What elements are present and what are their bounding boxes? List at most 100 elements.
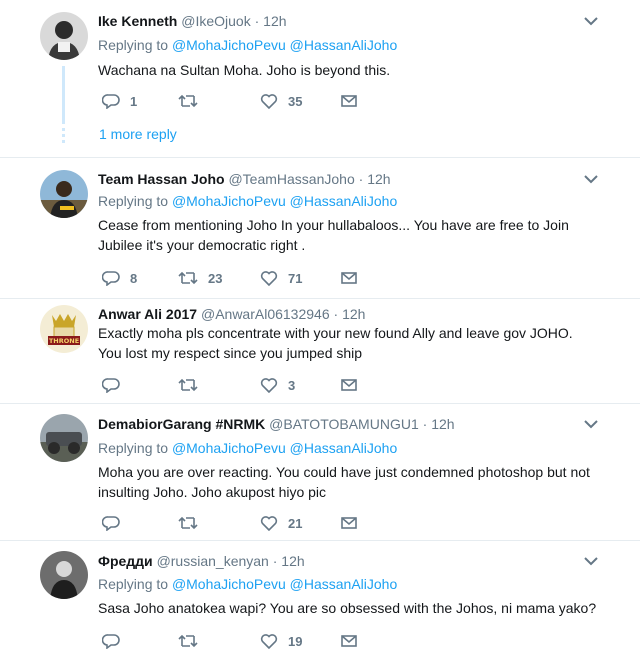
separator-dot: · bbox=[358, 171, 364, 187]
message-button[interactable] bbox=[341, 91, 357, 111]
retweet-icon bbox=[178, 94, 198, 108]
retweet-button[interactable] bbox=[178, 91, 208, 111]
timestamp[interactable]: 12h bbox=[342, 306, 365, 322]
like-button[interactable]: 3 bbox=[260, 375, 295, 395]
display-name[interactable]: Ike Kenneth bbox=[98, 13, 177, 29]
reply-icon bbox=[102, 94, 120, 109]
user-handle[interactable]: @russian_kenyan bbox=[157, 553, 269, 569]
tweet-header: Фредди @russian_kenyan · 12h bbox=[98, 552, 305, 570]
retweet-icon bbox=[178, 378, 198, 392]
message-button[interactable] bbox=[341, 268, 357, 288]
display-name[interactable]: Фредди bbox=[98, 553, 153, 569]
replying-prefix: Replying to bbox=[98, 576, 169, 592]
user-handle[interactable]: @AnwarAl06132946 bbox=[201, 306, 330, 322]
chevron-down-icon[interactable] bbox=[584, 174, 598, 184]
mention-link[interactable]: @MohaJichoPevu bbox=[172, 576, 286, 592]
reply-count: 1 bbox=[130, 93, 138, 109]
reply-icon bbox=[102, 378, 120, 393]
chevron-down-icon[interactable] bbox=[584, 419, 598, 429]
chevron-down-icon[interactable] bbox=[584, 556, 598, 566]
display-name[interactable]: Anwar Ali 2017 bbox=[98, 306, 197, 322]
tweet-actions: 8 23 71 bbox=[98, 268, 378, 288]
retweet-icon bbox=[178, 516, 198, 530]
retweet-button[interactable] bbox=[178, 375, 208, 395]
envelope-icon bbox=[341, 379, 357, 391]
replying-to: Replying to @MohaJichoPevu @HassanAliJoh… bbox=[98, 439, 397, 457]
thread-dots bbox=[62, 128, 65, 146]
replying-prefix: Replying to bbox=[98, 37, 169, 53]
thread-line bbox=[62, 66, 65, 124]
mention-link[interactable]: @HassanAliJoho bbox=[290, 37, 398, 53]
tweet-text: Moha you are over reacting. You could ha… bbox=[98, 464, 590, 500]
avatar[interactable] bbox=[40, 551, 88, 599]
tweet-3[interactable]: THRONE Anwar Ali 2017 @AnwarAl06132946 ·… bbox=[0, 299, 640, 403]
user-handle[interactable]: @IkeOjuok bbox=[181, 13, 250, 29]
reply-button[interactable] bbox=[102, 631, 130, 651]
user-handle[interactable]: @TeamHassanJoho bbox=[228, 171, 354, 187]
like-count: 3 bbox=[288, 377, 296, 393]
tweet-5[interactable]: Фредди @russian_kenyan · 12h Replying to… bbox=[0, 541, 640, 656]
mention-link[interactable]: @MohaJichoPevu bbox=[172, 193, 286, 209]
avatar[interactable]: THRONE bbox=[40, 305, 88, 353]
heart-icon bbox=[260, 378, 278, 393]
chevron-down-icon[interactable] bbox=[584, 16, 598, 26]
like-button[interactable]: 19 bbox=[260, 631, 302, 651]
like-count: 35 bbox=[288, 93, 303, 109]
timestamp[interactable]: 12h bbox=[263, 13, 286, 29]
envelope-icon bbox=[341, 95, 357, 107]
message-button[interactable] bbox=[341, 513, 357, 533]
more-replies-link[interactable]: 1 more reply bbox=[99, 126, 177, 142]
like-count: 19 bbox=[288, 633, 303, 649]
separator-dot: · bbox=[254, 13, 260, 29]
message-button[interactable] bbox=[341, 375, 357, 395]
tweet-text: Exactly moha pls concentrate with your n… bbox=[98, 325, 573, 361]
mention-link[interactable]: @HassanAliJoho bbox=[290, 576, 398, 592]
reply-icon bbox=[102, 516, 120, 531]
tweet-header: DemabiorGarang #NRMK @BATOTOBAMUNGU1 · 1… bbox=[98, 415, 455, 433]
retweet-count: 23 bbox=[208, 270, 223, 286]
timestamp[interactable]: 12h bbox=[281, 553, 304, 569]
reply-button[interactable] bbox=[102, 513, 130, 533]
reply-count: 8 bbox=[130, 270, 138, 286]
retweet-icon bbox=[178, 634, 198, 648]
reply-button[interactable]: 1 bbox=[102, 91, 137, 111]
tweet-2[interactable]: Team Hassan Joho @TeamHassanJoho · 12h R… bbox=[0, 158, 640, 298]
avatar[interactable] bbox=[40, 414, 88, 462]
like-button[interactable]: 71 bbox=[260, 268, 302, 288]
avatar[interactable] bbox=[40, 170, 88, 218]
avatar-badge-text: THRONE bbox=[49, 337, 79, 345]
mention-link[interactable]: @HassanAliJoho bbox=[290, 440, 398, 456]
separator-dot: · bbox=[333, 306, 339, 322]
retweet-button[interactable]: 23 bbox=[178, 268, 222, 288]
like-button[interactable]: 35 bbox=[260, 91, 302, 111]
display-name[interactable]: DemabiorGarang #NRMK bbox=[98, 416, 265, 432]
retweet-button[interactable] bbox=[178, 513, 208, 533]
timestamp[interactable]: 12h bbox=[431, 416, 454, 432]
timestamp[interactable]: 12h bbox=[367, 171, 390, 187]
mention-link[interactable]: @HassanAliJoho bbox=[290, 193, 398, 209]
display-name[interactable]: Team Hassan Joho bbox=[98, 171, 225, 187]
mention-link[interactable]: @MohaJichoPevu bbox=[172, 440, 286, 456]
tweet-1[interactable]: Ike Kenneth @IkeOjuok · 12h Replying to … bbox=[0, 0, 640, 157]
like-count: 71 bbox=[288, 270, 303, 286]
like-button[interactable]: 21 bbox=[260, 513, 302, 533]
reply-button[interactable] bbox=[102, 375, 130, 395]
reply-button[interactable]: 8 bbox=[102, 268, 137, 288]
mention-link[interactable]: @MohaJichoPevu bbox=[172, 37, 286, 53]
envelope-icon bbox=[341, 635, 357, 647]
message-button[interactable] bbox=[341, 631, 357, 651]
envelope-icon bbox=[341, 517, 357, 529]
tweet-actions: 19 bbox=[98, 631, 378, 651]
reply-icon bbox=[102, 271, 120, 286]
avatar[interactable] bbox=[40, 12, 88, 60]
user-handle[interactable]: @BATOTOBAMUNGU1 bbox=[269, 416, 419, 432]
tweet-header: Ike Kenneth @IkeOjuok · 12h bbox=[98, 12, 287, 30]
replying-to: Replying to @MohaJichoPevu @HassanAliJoh… bbox=[98, 192, 397, 210]
reply-icon bbox=[102, 634, 120, 649]
tweet-text: Wachana na Sultan Moha. Joho is beyond t… bbox=[98, 62, 391, 78]
tweet-header: Team Hassan Joho @TeamHassanJoho · 12h bbox=[98, 170, 391, 188]
tweet-text: Cease from mentioning Joho In your hulla… bbox=[98, 217, 569, 253]
retweet-button[interactable] bbox=[178, 631, 208, 651]
replying-to: Replying to @MohaJichoPevu @HassanAliJoh… bbox=[98, 36, 397, 54]
tweet-4[interactable]: DemabiorGarang #NRMK @BATOTOBAMUNGU1 · 1… bbox=[0, 404, 640, 540]
